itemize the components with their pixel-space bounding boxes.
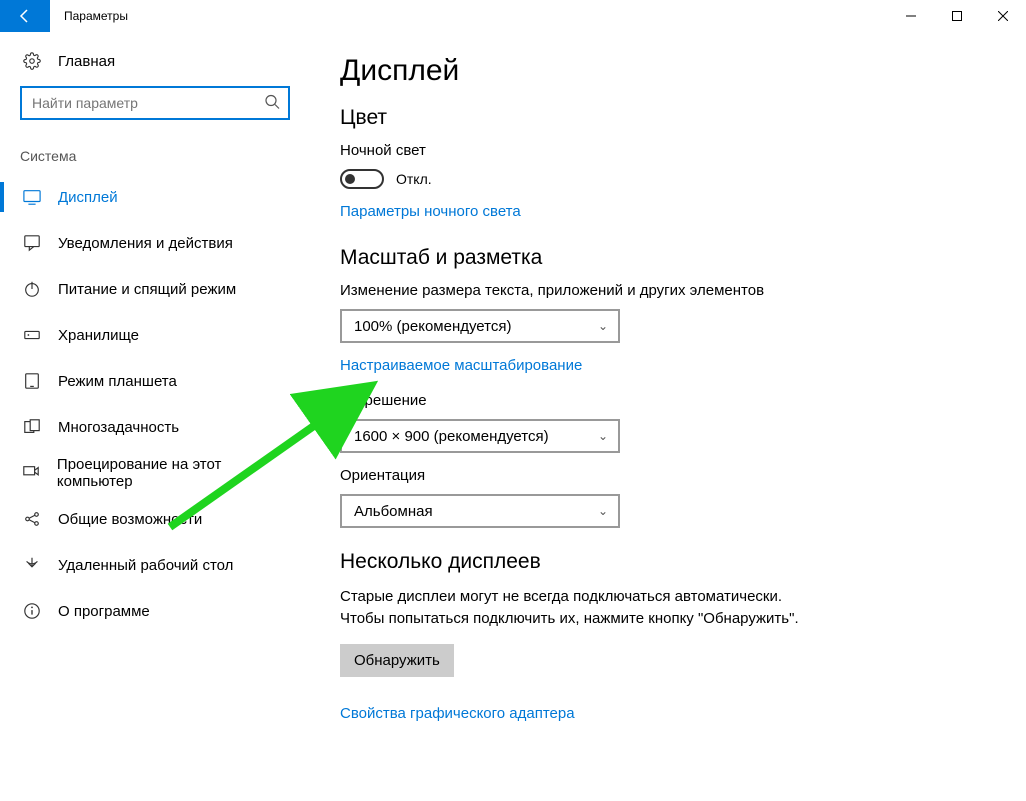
about-icon <box>20 602 44 620</box>
minimize-icon <box>906 11 916 21</box>
sidebar-item-label: Хранилище <box>44 327 139 344</box>
sidebar-item-label: Проецирование на этот компьютер <box>43 456 290 490</box>
night-light-label: Ночной свет <box>340 142 996 159</box>
chevron-down-icon: ⌄ <box>598 504 608 518</box>
maximize-button[interactable] <box>934 0 980 32</box>
sidebar-item-label: Удаленный рабочий стол <box>44 557 233 574</box>
sidebar-item-notifications[interactable]: Уведомления и действия <box>0 220 310 266</box>
project-icon <box>20 464 43 482</box>
display-icon <box>20 188 44 206</box>
section-title: Система <box>0 140 310 174</box>
orientation-label: Ориентация <box>340 467 996 484</box>
tablet-icon <box>20 372 44 390</box>
minimize-button[interactable] <box>888 0 934 32</box>
adapter-properties-link[interactable]: Свойства графического адаптера <box>340 705 575 722</box>
close-button[interactable] <box>980 0 1026 32</box>
title-bar: Параметры <box>0 0 1026 32</box>
sidebar-item-label: Дисплей <box>44 189 118 206</box>
resolution-value: 1600 × 900 (рекомендуется) <box>354 428 549 445</box>
scale-select[interactable]: 100% (рекомендуется) ⌄ <box>340 309 620 343</box>
main-content: Дисплей Цвет Ночной свет Откл. Параметры… <box>310 32 1026 801</box>
home-label: Главная <box>44 53 115 70</box>
sidebar-item-project[interactable]: Проецирование на этот компьютер <box>0 450 310 496</box>
sidebar-item-label: Режим планшета <box>44 373 177 390</box>
night-light-toggle[interactable] <box>340 169 384 189</box>
orientation-value: Альбомная <box>354 503 433 520</box>
search-input[interactable] <box>20 86 290 120</box>
sidebar-item-display[interactable]: Дисплей <box>0 174 310 220</box>
home-button[interactable]: Главная <box>0 42 310 86</box>
remote-icon <box>20 556 44 574</box>
sidebar-item-label: Уведомления и действия <box>44 235 233 252</box>
window-title: Параметры <box>50 9 888 23</box>
sidebar-item-remote[interactable]: Удаленный рабочий стол <box>0 542 310 588</box>
sidebar: Главная Система Дисплей Уведомления и де… <box>0 32 310 801</box>
sidebar-item-about[interactable]: О программе <box>0 588 310 634</box>
scale-heading: Масштаб и разметка <box>340 246 996 270</box>
shared-icon <box>20 510 44 528</box>
color-heading: Цвет <box>340 106 996 130</box>
sidebar-item-multitask[interactable]: Многозадачность <box>0 404 310 450</box>
custom-scaling-link[interactable]: Настраиваемое масштабирование <box>340 357 582 374</box>
multi-display-heading: Несколько дисплеев <box>340 550 996 574</box>
sidebar-item-label: О программе <box>44 603 150 620</box>
toggle-state: Откл. <box>396 171 432 187</box>
chevron-down-icon: ⌄ <box>598 429 608 443</box>
sidebar-item-storage[interactable]: Хранилище <box>0 312 310 358</box>
resolution-label: Разрешение <box>340 392 996 409</box>
multitask-icon <box>20 418 44 436</box>
multi-display-text: Старые дисплеи могут не всегда подключат… <box>340 586 800 630</box>
detect-button[interactable]: Обнаружить <box>340 644 454 677</box>
sidebar-item-shared[interactable]: Общие возможности <box>0 496 310 542</box>
page-title: Дисплей <box>340 54 996 88</box>
window-controls <box>888 0 1026 32</box>
resolution-select[interactable]: 1600 × 900 (рекомендуется) ⌄ <box>340 419 620 453</box>
back-button[interactable] <box>0 0 50 32</box>
storage-icon <box>20 326 44 344</box>
orientation-select[interactable]: Альбомная ⌄ <box>340 494 620 528</box>
sidebar-item-tablet[interactable]: Режим планшета <box>0 358 310 404</box>
sidebar-item-label: Питание и спящий режим <box>44 281 236 298</box>
gear-icon <box>20 52 44 70</box>
night-light-settings-link[interactable]: Параметры ночного света <box>340 203 521 220</box>
power-icon <box>20 280 44 298</box>
sidebar-item-label: Многозадачность <box>44 419 179 436</box>
search-wrap <box>20 86 290 120</box>
sidebar-item-power[interactable]: Питание и спящий режим <box>0 266 310 312</box>
search-icon <box>264 94 280 113</box>
close-icon <box>998 11 1008 21</box>
scale-label: Изменение размера текста, приложений и д… <box>340 282 996 299</box>
scale-value: 100% (рекомендуется) <box>354 318 511 335</box>
notifications-icon <box>20 234 44 252</box>
sidebar-item-label: Общие возможности <box>44 511 202 528</box>
maximize-icon <box>952 11 962 21</box>
arrow-left-icon <box>17 8 33 24</box>
chevron-down-icon: ⌄ <box>598 319 608 333</box>
